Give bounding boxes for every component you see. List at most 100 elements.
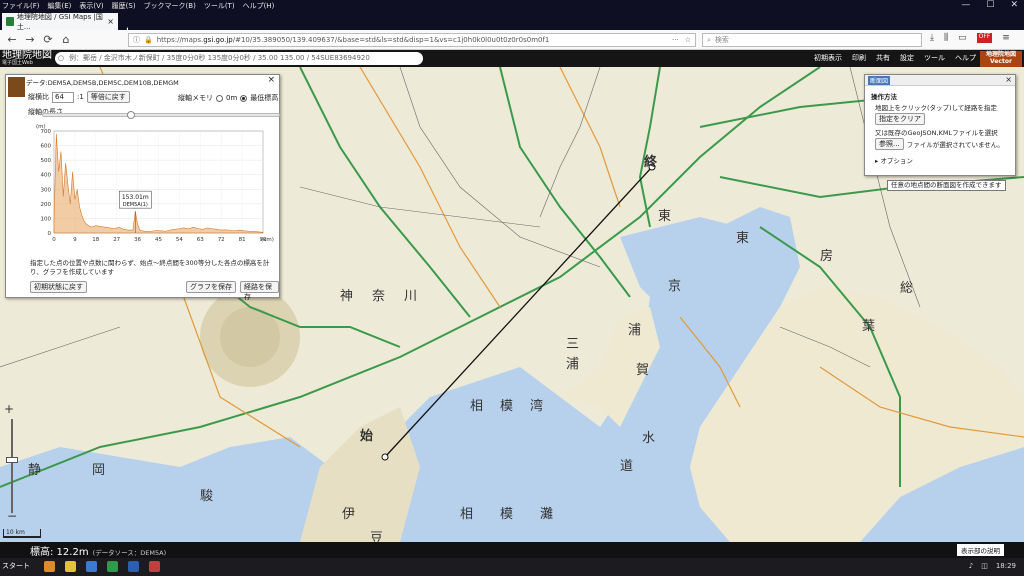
download-icon[interactable]: ⤓ [930,33,934,43]
clear-route-button[interactable]: 指定をクリア [875,113,925,125]
app-icon[interactable] [149,561,160,572]
save-route-button[interactable]: 経路を保存 [240,281,279,301]
volume-icon[interactable]: ♪ [969,562,973,570]
map-label-uraga-3: 水 [642,431,656,446]
menu-bookmarks[interactable]: ブックマーク(B) [144,1,196,11]
page-actions-icon[interactable]: ··· [672,36,679,44]
map-label-kanagawa-1: 神 [340,289,354,304]
sidebar-icon[interactable]: ▭ [958,33,967,43]
zoom-slider-thumb[interactable] [6,457,18,463]
menu-history[interactable]: 履歴(S) [112,1,136,11]
reset-initial-button[interactable]: 初期状態に戻す [30,281,87,293]
bookmark-star-icon[interactable]: ☆ [685,36,691,44]
forward-arrow-icon[interactable]: → [24,33,36,46]
chart-y-tick-label: 100 [41,216,52,222]
word-icon[interactable] [128,561,139,572]
tools-button[interactable]: ツール [924,53,945,63]
chart-y-tick-label: 500 [41,158,52,164]
browser-menu-bar: ファイル(F) 編集(E) 表示(V) 履歴(S) ブックマーク(B) ツール(… [2,0,274,12]
browser-search-box[interactable]: ⌕ 検索 [702,33,922,47]
radio-min-elevation[interactable] [240,94,248,102]
maximize-button[interactable]: ☐ [986,0,994,10]
url-bar[interactable]: ⓘ 🔒 https://maps.gsi.go.jp/#10/35.389050… [128,33,696,47]
browse-file-button[interactable]: 参照... [875,138,904,150]
initial-view-button[interactable]: 初期表示 [814,53,842,63]
map-label-misaki-2: 浦 [566,357,580,372]
radio-zero-label: 0m [226,94,238,102]
folder-icon[interactable] [65,561,76,572]
menu-hamburger-icon[interactable]: ≡ [1002,33,1010,43]
map-label-sagami-2: 模 [500,399,514,414]
menu-help[interactable]: ヘルプ(H) [243,1,275,11]
settings-button[interactable]: 設定 [900,53,914,63]
elevation-readout: 標高: 12.2m (データソース：DEM5A) [30,547,167,558]
map-label-sagami-3: 湾 [530,399,544,414]
close-window-button[interactable]: ✕ [1010,0,1018,10]
route-start-marker[interactable] [381,453,389,461]
axis-memory-row: 縦軸メモリ 0m 最低標高 [178,93,278,103]
clock[interactable]: 18:29 [996,562,1016,570]
library-icon[interactable]: ⫼ [944,33,948,43]
print-button[interactable]: 印刷 [852,53,866,63]
network-icon[interactable]: ◫ [981,562,988,570]
legend-button[interactable]: 表示部の説明 [957,544,1004,556]
system-tray: ♪ ◫ 18:29 [969,562,1016,570]
save-graph-button[interactable]: グラフを保存 [186,281,236,293]
chart-x-tick-label: 9 [73,237,77,243]
map-label-tokyo-1: 東 [658,209,672,224]
share-button[interactable]: 共有 [876,53,890,63]
axis-length-slider[interactable] [42,111,280,119]
axis-length-slider-thumb[interactable] [127,111,135,119]
home-icon[interactable]: ⌂ [60,33,72,46]
map-label-tokyo-2: 京 [668,279,682,294]
map-label-boso-2: 総 [900,281,914,296]
menu-tools[interactable]: ツール(T) [204,1,235,11]
back-arrow-icon[interactable]: ← [6,33,18,46]
map-label-suruga: 駿 [200,489,214,504]
menu-view[interactable]: 表示(V) [79,1,103,11]
place-search-input[interactable]: 例：郵岳 / 金沢市木ノ新保町 / 35度0分0秒 135度0分0秒 / 35.… [55,52,423,65]
profile-data-source: データ:DEM5A,DEM5B,DEM5C,DEM10B,DEMGM [26,79,179,87]
gsi-logo[interactable]: 地理院地図 電子国土Web [2,51,52,66]
map-label-uraga-2: 賀 [636,363,650,378]
chart-x-tick-label: 81 [239,237,246,243]
start-button[interactable]: スタート [2,561,30,571]
chart-x-tick-label: 72 [218,237,225,243]
chart-tooltip-value: 153.01m [122,194,149,201]
vector-map-logo[interactable]: 地理院地図 Vector [980,51,1022,67]
help-button[interactable]: ヘルプ [955,53,976,63]
chart-y-tick-label: 200 [41,202,52,208]
minimize-button[interactable]: — [961,0,970,10]
close-cross-section-icon[interactable]: × [1005,75,1012,84]
ratio-input[interactable]: 64 [52,91,74,103]
menu-edit[interactable]: 編集(E) [48,1,72,11]
close-profile-icon[interactable]: × [267,75,275,85]
edge-icon[interactable] [86,561,97,572]
menu-file[interactable]: ファイル(F) [2,1,40,11]
firefox-icon[interactable] [44,561,55,572]
map-label-kanagawa-3: 川 [404,289,418,304]
zoom-slider-track[interactable] [11,419,13,513]
no-file-label: ファイルが選択されていません。 [906,141,1004,149]
file-row: 参照... ファイルが選択されていません。 [875,138,1004,150]
addon-icon[interactable]: OFF [976,33,993,43]
tab-gsi-maps[interactable]: 地理院地図 / GSI Maps |国土... × [2,13,118,31]
radio-zero-m[interactable] [216,94,223,102]
route-start-label: 始 [360,429,374,444]
how-to-heading: 操作方法 [871,93,897,101]
info-icon[interactable]: ⓘ [133,35,140,45]
options-toggle[interactable]: ▸ オプション [875,155,913,165]
chart-x-tick-label: 27 [113,237,120,243]
zoom-out-button[interactable]: − [7,509,17,523]
close-tab-icon[interactable]: × [107,17,114,26]
reload-icon[interactable]: ⟳ [42,33,54,46]
excel-icon[interactable] [107,561,118,572]
windows-taskbar: スタート ♪ ◫ 18:29 [0,558,1024,576]
taskbar-app-icons [44,561,160,572]
map-label-sagaminada-2: 模 [500,507,514,522]
chart-x-tick-label: 0 [52,237,56,243]
window-controls: — ☐ ✕ [961,0,1018,10]
reset-ratio-button[interactable]: 等倍に戻す [86,91,130,103]
axis-memory-label: 縦軸メモリ [178,94,213,102]
zoom-in-button[interactable]: + [4,402,20,416]
